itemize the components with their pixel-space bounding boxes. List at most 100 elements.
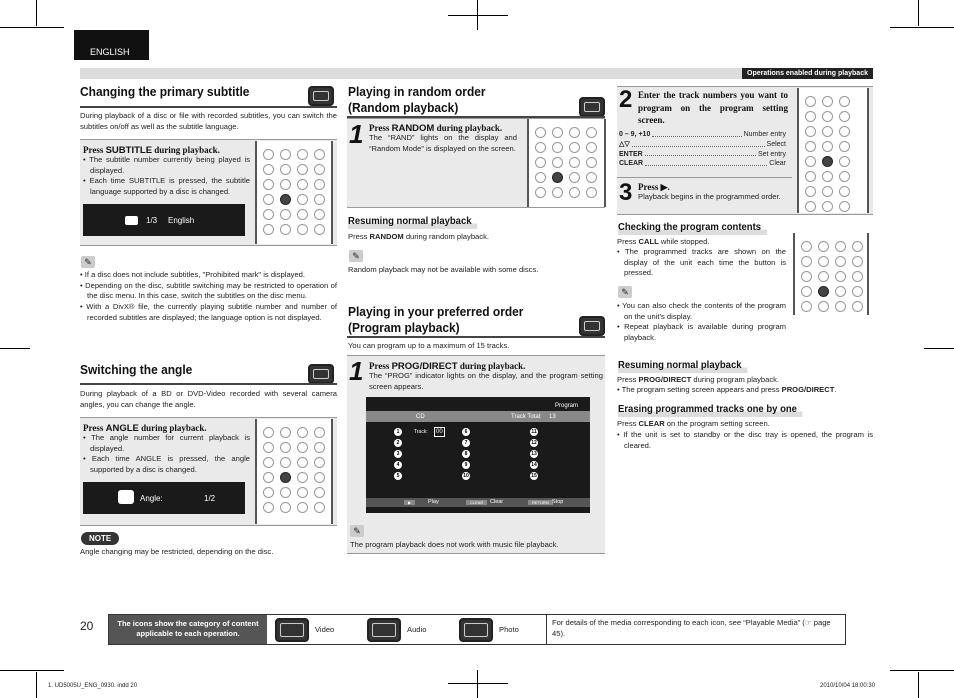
- remote-button: [818, 256, 829, 267]
- program-slot: 12: [530, 439, 538, 447]
- key-row: 0 – 9, +10 Number entry: [619, 130, 786, 140]
- icon-legend: The icons show the category of content a…: [108, 614, 846, 645]
- program-slot: 15: [530, 472, 538, 480]
- remote-button: [805, 111, 816, 122]
- bullet: • Each time ANGLE is pressed, the angle …: [83, 454, 250, 474]
- remote-button: [569, 127, 580, 138]
- remote-button: [852, 271, 863, 282]
- reference-link[interactable]: For details of the media corresponding t…: [552, 618, 842, 639]
- slug-date: 2010/10/04 18:00:30: [820, 683, 876, 689]
- camera-icon: [118, 490, 134, 504]
- remote-button: [839, 156, 850, 167]
- remote-button: [314, 487, 325, 498]
- remote-button: [818, 301, 829, 312]
- screen-key: CLEAR: [466, 500, 488, 505]
- remote-button: [805, 171, 816, 182]
- press-text: Press CLEAR on the program setting scree…: [617, 419, 770, 428]
- registration-mark: [448, 15, 508, 16]
- program-slot: 3: [394, 450, 402, 458]
- remote-button: [297, 442, 308, 453]
- remote-button: [569, 187, 580, 198]
- remote-button: [801, 271, 812, 282]
- track-input[interactable]: 00: [434, 427, 445, 438]
- remote-button: [586, 142, 597, 153]
- remote-button: [280, 472, 291, 483]
- remote-button: [805, 141, 816, 152]
- remote-button: [280, 164, 291, 175]
- registration-mark: [924, 348, 954, 349]
- subtitle-screen: 1/3 English: [83, 204, 245, 236]
- remote-button: [801, 301, 812, 312]
- program-slot: 4: [394, 461, 402, 469]
- photo-icon: [459, 618, 493, 642]
- remote-button: [835, 241, 846, 252]
- key-description: Number entry: [743, 131, 786, 138]
- step-number: 1: [349, 119, 364, 149]
- remote-button: [569, 172, 580, 183]
- key-description: Select: [766, 140, 786, 148]
- bullet: • The program setting screen appears and…: [617, 385, 837, 394]
- remote-button: [805, 156, 816, 167]
- remote-button: [805, 201, 816, 212]
- bullet: • The subtitle number currently being pl…: [83, 155, 250, 175]
- remote-button: [314, 179, 325, 190]
- remote-button: [280, 427, 291, 438]
- remote-button: [818, 271, 829, 282]
- video-icon: [275, 618, 309, 642]
- crop-mark: [0, 670, 64, 671]
- remote-button: [280, 457, 291, 468]
- remote-button: [801, 286, 812, 297]
- program-slot: 7: [462, 439, 470, 447]
- remote-button: [297, 194, 308, 205]
- remote-button: [822, 201, 833, 212]
- registration-mark: [0, 348, 30, 349]
- crop-mark: [0, 27, 64, 28]
- key-description: Clear: [769, 160, 786, 168]
- remote-button: [314, 472, 325, 483]
- crop-mark: [918, 0, 919, 26]
- key-name: CLEAR: [619, 160, 644, 168]
- audio-icon: [579, 316, 605, 336]
- remote-button: [297, 209, 308, 220]
- section-title: Changing the primary subtitle: [80, 84, 250, 99]
- remote-button: [552, 187, 563, 198]
- legend-divider: [546, 615, 547, 644]
- subsection-title: Checking the program contents: [618, 221, 767, 235]
- pencil-icon: ✎: [618, 286, 632, 298]
- remote-button: [839, 126, 850, 137]
- remote-button: [314, 224, 325, 235]
- dot-leader: [645, 159, 768, 167]
- remote-illustration: [255, 141, 333, 244]
- remote-button: [297, 472, 308, 483]
- section-title: Playing in your preferred order (Program …: [348, 304, 524, 336]
- remote-button: [280, 149, 291, 160]
- key-row: ENTER Set entry: [619, 150, 786, 160]
- remote-button: [263, 224, 274, 235]
- key-row: CLEAR Clear: [619, 159, 786, 169]
- angle-label: Angle:: [140, 494, 163, 503]
- remote-button: [314, 149, 325, 160]
- program-slot: 14: [530, 461, 538, 469]
- remote-button: [818, 241, 829, 252]
- note-text: Random playback may not be available wit…: [348, 265, 539, 274]
- step-number: 3: [619, 179, 633, 206]
- remote-illustration: [793, 233, 869, 315]
- remote-button: [263, 194, 274, 205]
- remote-button: [839, 96, 850, 107]
- step-divider: [617, 177, 792, 178]
- step-description: The “PROG” indicator lights on the displ…: [369, 371, 603, 391]
- dot-leader: [652, 130, 742, 137]
- remote-button: [839, 111, 850, 122]
- video-icon: [308, 86, 334, 106]
- remote-button: [297, 427, 308, 438]
- note-text: The program playback does not work with …: [350, 540, 559, 549]
- program-slot: 1: [394, 428, 402, 436]
- remote-button: [314, 457, 325, 468]
- notes-list: • If a disc does not include subtitles, …: [80, 270, 337, 323]
- registration-mark: [448, 683, 508, 684]
- source-label: CD: [416, 414, 425, 420]
- remote-button: [314, 164, 325, 175]
- angle-screen: Angle: 1/2: [83, 482, 245, 514]
- remote-button: [297, 502, 308, 513]
- remote-button: [801, 241, 812, 252]
